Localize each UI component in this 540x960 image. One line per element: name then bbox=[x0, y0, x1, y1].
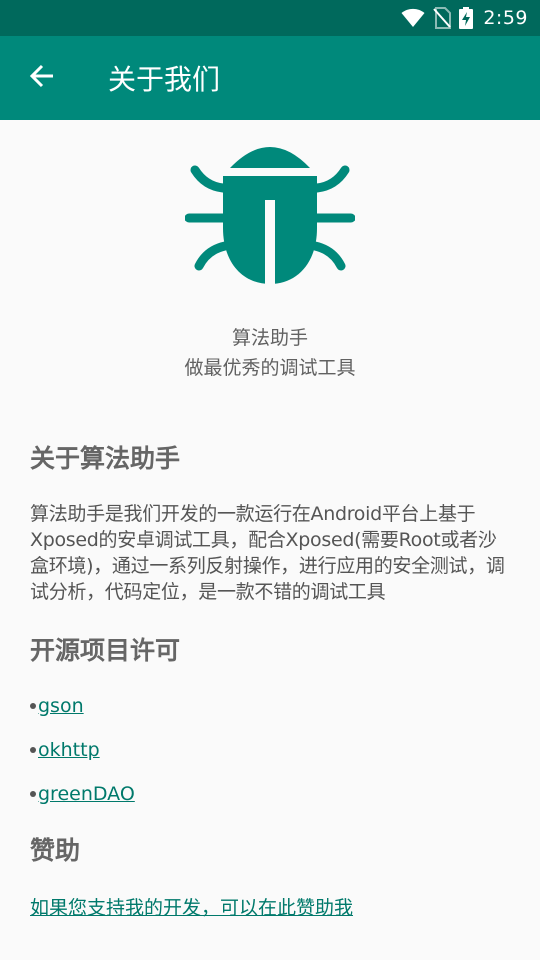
bullet-icon bbox=[30, 747, 36, 753]
arrow-left-icon bbox=[29, 63, 55, 93]
battery-charging-icon bbox=[459, 7, 474, 29]
no-sim-icon bbox=[433, 7, 452, 29]
wifi-icon bbox=[401, 8, 425, 28]
app-bar: 关于我们 bbox=[0, 36, 540, 120]
back-button[interactable] bbox=[0, 36, 84, 120]
licenses-list: gson okhttp greenDAO bbox=[30, 695, 510, 805]
about-description: 算法助手是我们开发的一款运行在Android平台上基于Xposed的安卓调试工具… bbox=[30, 503, 505, 603]
status-time: 2:59 bbox=[483, 7, 528, 29]
about-content: 关于算法助手 算法助手是我们开发的一款运行在Android平台上基于Xposed… bbox=[0, 439, 540, 920]
okhttp-link[interactable]: okhttp bbox=[38, 739, 100, 761]
list-item: okhttp bbox=[30, 739, 510, 761]
sponsor-link[interactable]: 如果您支持我的开发，可以在此赞助我 bbox=[30, 897, 353, 919]
about-title: 关于算法助手 bbox=[30, 444, 181, 473]
gson-link[interactable]: gson bbox=[38, 695, 84, 717]
app-name: 算法助手 bbox=[231, 327, 308, 349]
bug-icon bbox=[184, 128, 356, 290]
list-item: gson bbox=[30, 695, 510, 717]
app-tagline: 做最优秀的调试工具 bbox=[184, 357, 356, 379]
page-title: 关于我们 bbox=[108, 63, 221, 96]
greendao-link[interactable]: greenDAO bbox=[38, 783, 135, 805]
bullet-icon bbox=[30, 703, 36, 709]
list-item: greenDAO bbox=[30, 783, 510, 805]
logo-container bbox=[0, 128, 540, 290]
licenses-title: 开源项目许可 bbox=[30, 636, 181, 665]
bullet-icon bbox=[30, 791, 36, 797]
status-bar: 2:59 bbox=[0, 0, 540, 36]
sponsor-title: 赞助 bbox=[30, 836, 81, 865]
